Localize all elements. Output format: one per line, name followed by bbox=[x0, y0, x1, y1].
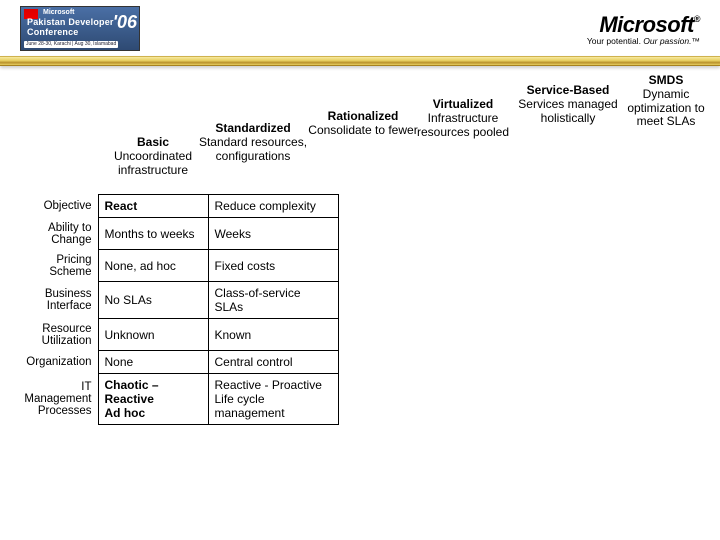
microsoft-logo: Microsoft® bbox=[587, 12, 700, 38]
level-standardized: Standardized Standard resources, configu… bbox=[193, 122, 313, 163]
cell-basic: None bbox=[98, 351, 208, 374]
row-label: Objective bbox=[8, 195, 98, 218]
comparison-table: Objective React Reduce complexity Abilit… bbox=[8, 194, 339, 425]
cell-standardized: Reduce complexity bbox=[208, 195, 338, 218]
cell-standardized: Known bbox=[208, 319, 338, 351]
row-label: Pricing Scheme bbox=[8, 250, 98, 282]
maturity-levels: Basic Uncoordinated infrastructure Stand… bbox=[8, 74, 712, 194]
table-row: Organization None Central control bbox=[8, 351, 338, 374]
slide-content: Basic Uncoordinated infrastructure Stand… bbox=[0, 66, 720, 425]
row-label: Ability to Change bbox=[8, 218, 98, 250]
table-row: Objective React Reduce complexity bbox=[8, 195, 338, 218]
cell-basic: Months to weeks bbox=[98, 218, 208, 250]
level-basic: Basic Uncoordinated infrastructure bbox=[103, 136, 203, 177]
cell-basic: None, ad hoc bbox=[98, 250, 208, 282]
table-row: IT Management Processes Chaotic – Reacti… bbox=[8, 374, 338, 425]
badge-year: '06 bbox=[113, 13, 137, 33]
row-label: Resource Utilization bbox=[8, 319, 98, 351]
badge-line1: Pakistan Developer Conference bbox=[27, 18, 114, 38]
row-label: Business Interface bbox=[8, 282, 98, 319]
cell-basic: Unknown bbox=[98, 319, 208, 351]
row-label: IT Management Processes bbox=[8, 374, 98, 425]
level-smds: SMDS Dynamic optimization to meet SLAs bbox=[616, 74, 716, 129]
cell-basic: React bbox=[98, 195, 208, 218]
cell-basic: Chaotic – Reactive Ad hoc bbox=[98, 374, 208, 425]
table-row: Business Interface No SLAs Class-of-serv… bbox=[8, 282, 338, 319]
microsoft-brand: Microsoft® Your potential. Our passion.™ bbox=[587, 6, 700, 46]
cell-standardized: Reactive - Proactive Life cycle manageme… bbox=[208, 374, 338, 425]
microsoft-tagline: Your potential. Our passion.™ bbox=[587, 36, 700, 46]
badge-brand: Microsoft bbox=[43, 9, 75, 17]
conference-badge: Microsoft Pakistan Developer Conference … bbox=[20, 6, 140, 51]
cell-standardized: Fixed costs bbox=[208, 250, 338, 282]
level-rationalized: Rationalized Consolidate to fewer bbox=[308, 110, 418, 138]
cell-standardized: Class-of-service SLAs bbox=[208, 282, 338, 319]
cell-standardized: Central control bbox=[208, 351, 338, 374]
cell-standardized: Weeks bbox=[208, 218, 338, 250]
divider-bar bbox=[0, 56, 720, 66]
cell-basic: No SLAs bbox=[98, 282, 208, 319]
slide-header: Microsoft Pakistan Developer Conference … bbox=[0, 0, 720, 56]
table-row: Ability to Change Months to weeks Weeks bbox=[8, 218, 338, 250]
badge-dates: June 28-30, Karachi | Aug 30, Islamabad bbox=[24, 41, 118, 49]
row-label: Organization bbox=[8, 351, 98, 374]
table-row: Resource Utilization Unknown Known bbox=[8, 319, 338, 351]
level-virtualized: Virtualized Infrastructure resources poo… bbox=[403, 98, 523, 139]
level-service-based: Service-Based Services managed holistica… bbox=[518, 84, 618, 125]
table-row: Pricing Scheme None, ad hoc Fixed costs bbox=[8, 250, 338, 282]
